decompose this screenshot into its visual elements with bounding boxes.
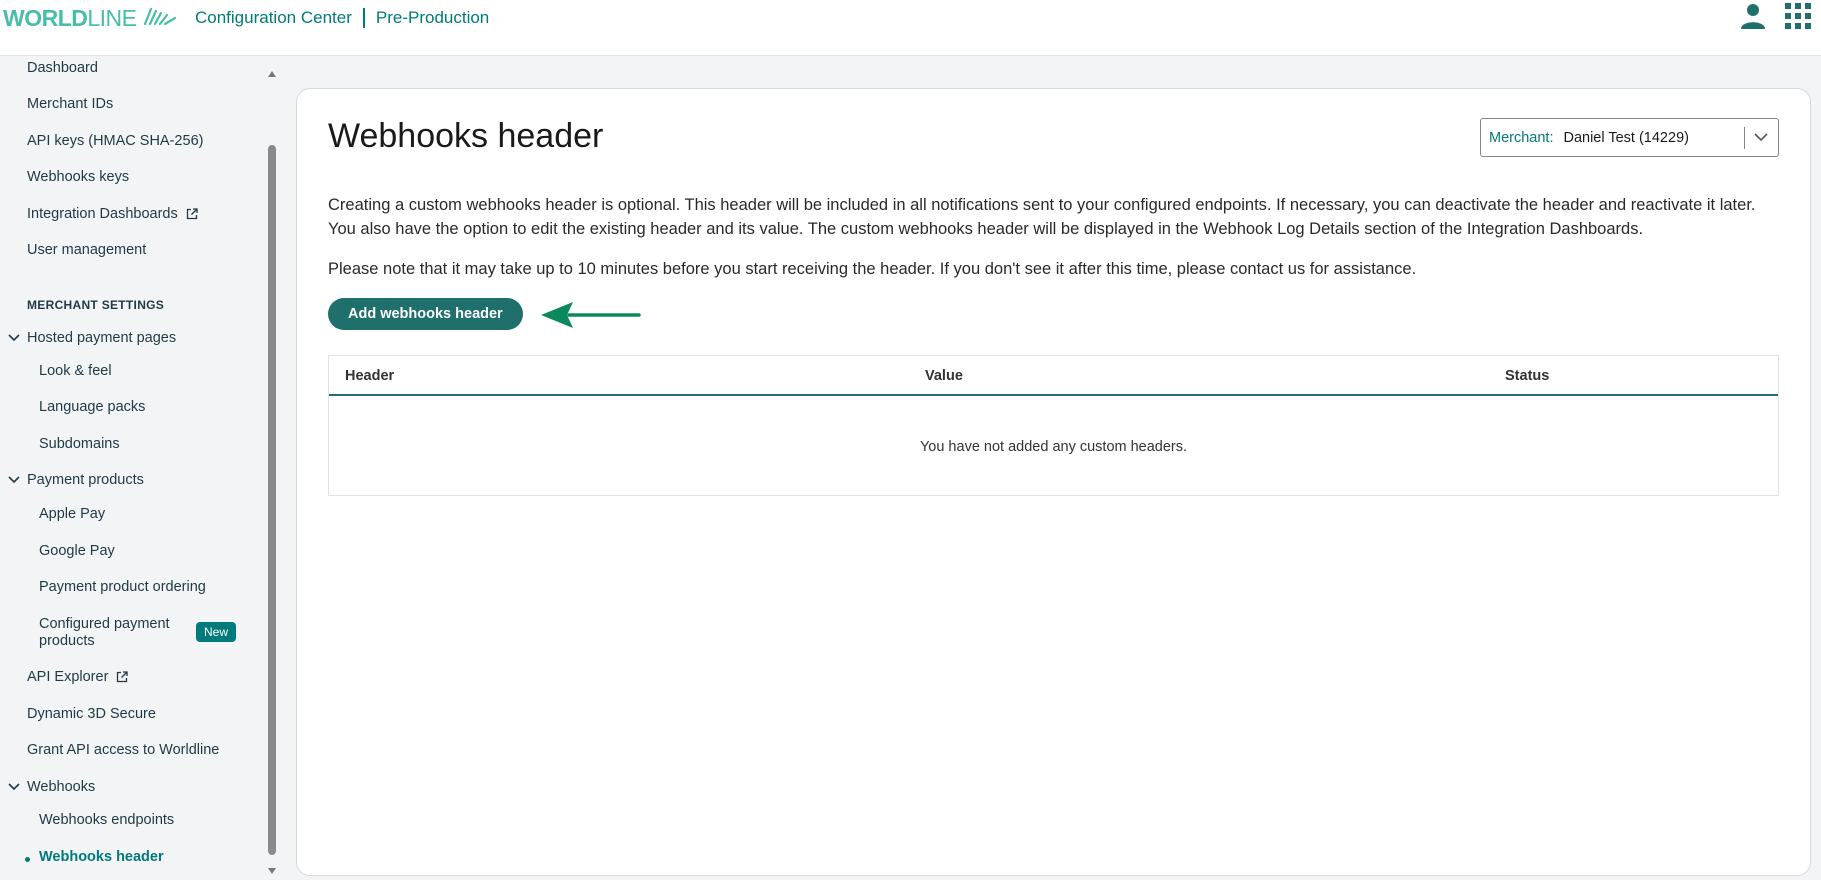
sidebar: Dashboard Merchant IDs API keys (HMAC SH…	[0, 57, 282, 880]
sidebar-item-label: Dynamic 3D Secure	[27, 706, 156, 722]
sidebar-section-merchant-settings: MERCHANT SETTINGS	[27, 298, 165, 312]
new-badge: New	[196, 622, 237, 642]
sidebar-item-language-packs[interactable]: Language packs	[39, 399, 145, 415]
worldline-logo[interactable]: WORLD LINE	[3, 5, 179, 32]
sidebar-item-webhooks-keys[interactable]: Webhooks keys	[27, 169, 129, 185]
sidebar-scrollbar[interactable]	[264, 57, 280, 880]
note-paragraph: Please note that it may take up to 10 mi…	[328, 260, 1417, 278]
sidebar-item-dynamic-3d-secure[interactable]: Dynamic 3D Secure	[27, 706, 156, 722]
sidebar-group-label: Payment products	[27, 472, 144, 488]
sidebar-item-look-feel[interactable]: Look & feel	[39, 363, 112, 379]
chevron-down-icon[interactable]	[1754, 130, 1768, 146]
sidebar-item-dashboard[interactable]: Dashboard	[27, 60, 98, 76]
sidebar-item-configured-payment-products[interactable]: Configured payment products	[39, 616, 170, 650]
column-header-header[interactable]: Header	[345, 368, 394, 384]
sidebar-item-integration-dashboards[interactable]: Integration Dashboards	[27, 206, 198, 222]
top-bar: WORLD LINE Configuration Center Pre-Produ…	[0, 0, 1821, 56]
external-link-icon	[186, 208, 198, 220]
sidebar-item-subdomains[interactable]: Subdomains	[39, 436, 120, 452]
sidebar-item-webhooks-header[interactable]: Webhooks header	[39, 849, 164, 865]
sidebar-group-webhooks[interactable]: Webhooks	[8, 779, 95, 795]
sidebar-item-user-management[interactable]: User management	[27, 242, 146, 258]
sidebar-item-api-explorer[interactable]: API Explorer	[27, 669, 129, 685]
environment-label: Pre-Production	[375, 8, 490, 27]
scroll-down-icon[interactable]	[267, 862, 277, 880]
sidebar-item-label: Look & feel	[39, 363, 112, 379]
sidebar-item-label: Payment product ordering	[39, 579, 206, 595]
sidebar-item-label: Webhooks endpoints	[39, 812, 175, 828]
chevron-down-icon	[8, 783, 22, 791]
table-empty-message: You have not added any custom headers.	[919, 439, 1188, 455]
sidebar-item-webhooks-endpoints[interactable]: Webhooks endpoints	[39, 812, 174, 828]
sidebar-item-label: Configured payment	[39, 616, 170, 632]
add-webhooks-header-button[interactable]: Add webhooks header	[328, 298, 523, 330]
sidebar-item-label: Language packs	[39, 399, 146, 415]
sidebar-item-label: API Explorer	[27, 669, 109, 685]
sidebar-item-label: Webhooks keys	[27, 169, 130, 185]
main-card: Webhooks header Merchant: Daniel Test (1…	[296, 88, 1811, 876]
sidebar-item-label: Integration Dashboards	[27, 206, 178, 222]
chevron-down-icon	[8, 334, 22, 342]
headers-table: Header Value Status You have not added a…	[328, 355, 1779, 496]
worldline-wave-icon	[143, 5, 179, 32]
intro-paragraph: Creating a custom webhooks header is opt…	[328, 196, 1756, 238]
sidebar-group-payment-products[interactable]: Payment products	[8, 472, 144, 488]
sidebar-item-label: Apple Pay	[39, 506, 106, 522]
scroll-up-icon[interactable]	[267, 65, 277, 83]
logo-text-light: LINE	[87, 5, 137, 31]
title-separator	[362, 8, 365, 28]
app-name: Configuration Center	[195, 8, 352, 27]
app-title: Configuration Center Pre-Production	[195, 8, 489, 28]
logo-text-bold: WORLD	[3, 5, 88, 31]
app-grid-icon[interactable]	[1785, 3, 1811, 34]
sidebar-item-google-pay[interactable]: Google Pay	[39, 543, 115, 559]
sidebar-item-payment-product-ordering[interactable]: Payment product ordering	[39, 579, 206, 595]
sidebar-item-api-keys[interactable]: API keys (HMAC SHA-256)	[27, 133, 203, 149]
sidebar-item-label: Merchant IDs	[27, 96, 114, 112]
merchant-label: Merchant:	[1489, 129, 1554, 146]
table-header-row: Header Value Status	[329, 356, 1778, 396]
page-title: Webhooks header	[328, 117, 604, 155]
merchant-value: Daniel Test (14229)	[1563, 129, 1689, 146]
sidebar-item-label: Grant API access to Worldline	[27, 742, 220, 758]
scroll-thumb[interactable]	[268, 145, 276, 855]
column-header-status[interactable]: Status	[1505, 368, 1549, 384]
sidebar-item-label: Webhooks header	[39, 849, 164, 865]
select-divider	[1744, 127, 1745, 149]
active-indicator	[25, 857, 30, 862]
user-icon[interactable]	[1739, 2, 1767, 35]
sidebar-item-label: API keys (HMAC SHA-256)	[27, 133, 204, 149]
sidebar-item-merchant-ids[interactable]: Merchant IDs	[27, 96, 113, 112]
sidebar-item-grant-api-access[interactable]: Grant API access to Worldline	[27, 742, 219, 758]
column-header-value[interactable]: Value	[925, 368, 963, 384]
sidebar-group-label: Hosted payment pages	[27, 330, 177, 346]
sidebar-group-hosted-payment-pages[interactable]: Hosted payment pages	[8, 330, 176, 346]
sidebar-item-label: products	[39, 633, 95, 649]
merchant-select[interactable]: Merchant: Daniel Test (14229)	[1480, 118, 1779, 157]
sidebar-item-label: Subdomains	[39, 436, 120, 452]
arrow-left-icon	[541, 300, 641, 335]
sidebar-item-label: Dashboard	[27, 60, 98, 76]
sidebar-group-label: Webhooks	[27, 779, 96, 795]
sidebar-item-label: User management	[27, 242, 147, 258]
sidebar-item-label: Google Pay	[39, 543, 115, 559]
chevron-down-icon	[8, 476, 22, 484]
external-link-icon	[116, 671, 129, 683]
sidebar-item-apple-pay[interactable]: Apple Pay	[39, 506, 105, 522]
